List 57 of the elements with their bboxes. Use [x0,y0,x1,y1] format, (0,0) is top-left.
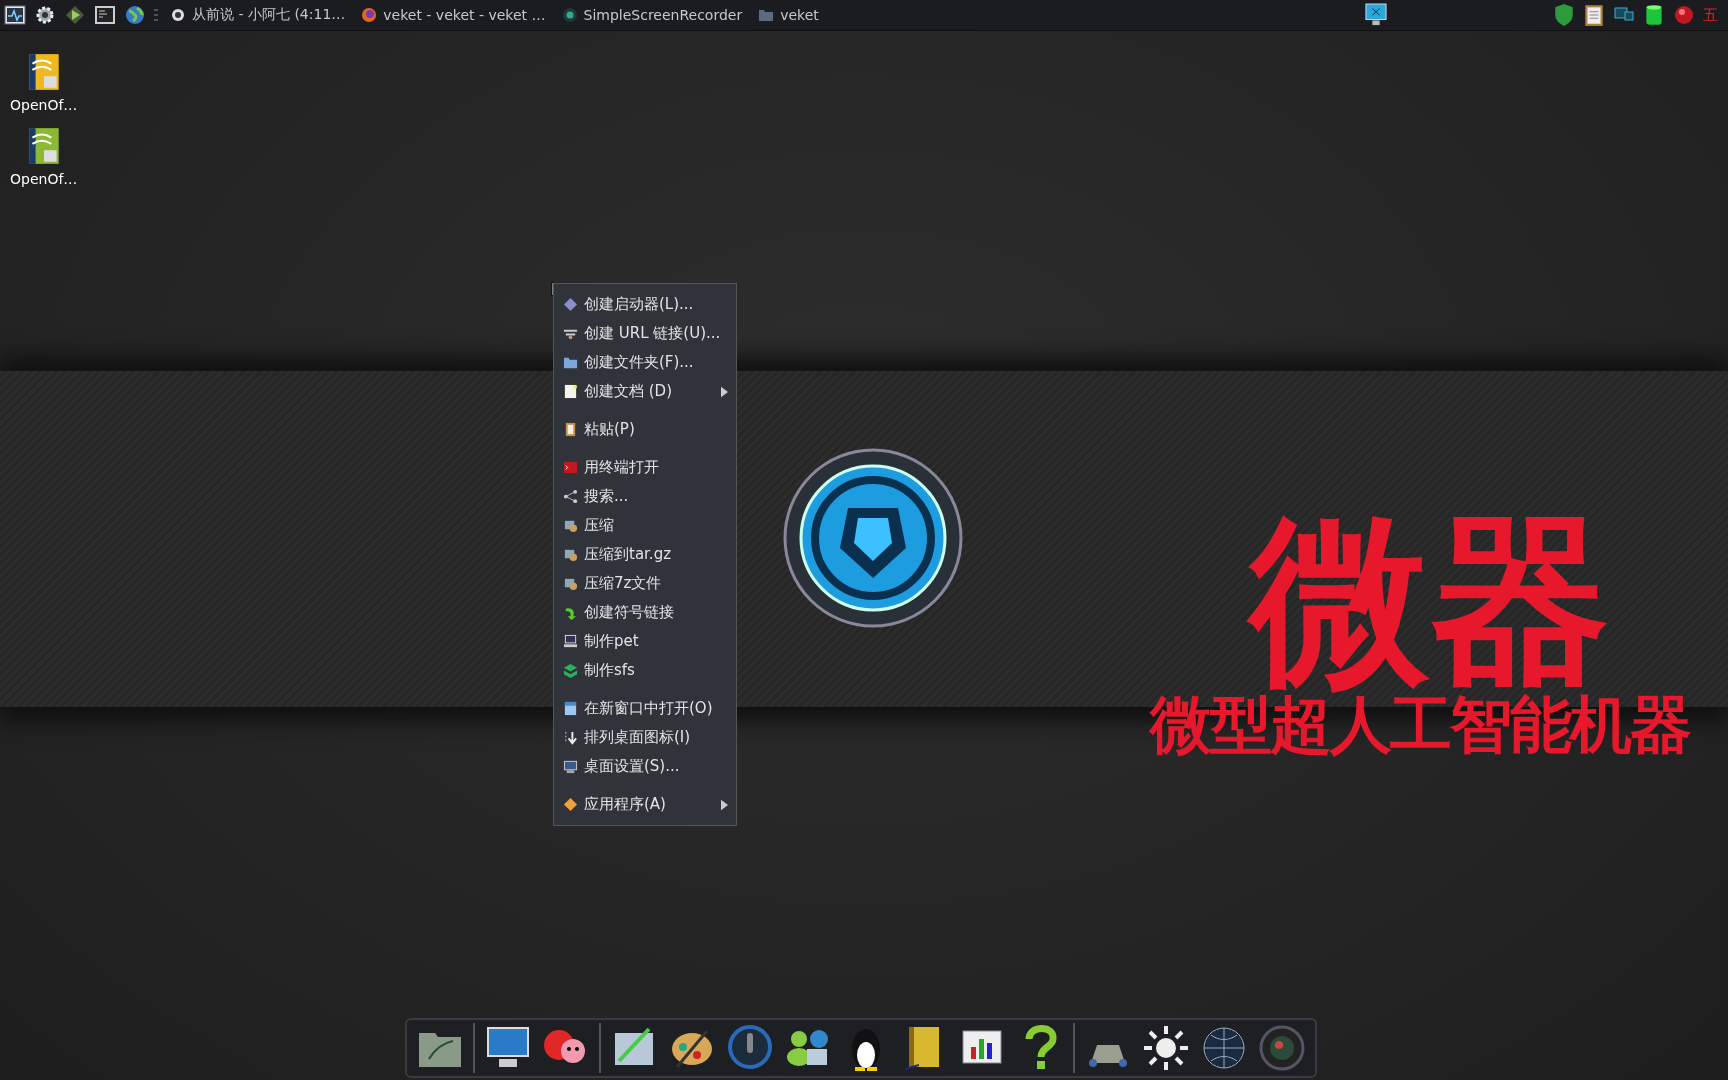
menu-item[interactable]: 制作pet [554,627,736,656]
camera-lens-icon[interactable] [1257,1023,1307,1073]
menu-item[interactable]: 压缩到tar.gz [554,540,736,569]
menu-item[interactable]: 创建文档 (D) [554,377,736,406]
archive-icon [563,547,578,562]
settings-icon [563,759,578,774]
record-icon [561,7,578,23]
disc-icon [170,7,186,23]
shield-icon[interactable] [1553,3,1575,27]
gear-icon[interactable] [34,4,56,26]
menu-item[interactable]: 桌面设置(S)... [554,752,736,781]
menu-item[interactable]: 搜索... [554,482,736,511]
fox-icon [361,7,378,23]
task-button[interactable]: 从前说 - 小阿七 (4:11… [166,6,350,24]
menu-item[interactable]: 压缩7z文件 [554,569,736,598]
menu-item[interactable]: 排列桌面图标(I) [554,723,736,752]
menu-item[interactable]: 粘贴(P) [554,415,736,444]
clipboard-icon[interactable] [1583,3,1605,27]
menu-item[interactable]: 压缩 [554,511,736,540]
share-icon [563,489,578,504]
submenu-arrow-icon [721,385,728,398]
record-icon[interactable] [1673,3,1695,27]
window-icon [563,701,578,716]
sun-icon[interactable] [1141,1023,1191,1073]
arrow-icon [563,605,578,620]
globe-icon[interactable] [124,4,146,26]
menu-item[interactable]: 创建 URL 链接(U)... [554,319,736,348]
clipboard-icon [563,422,578,437]
folder-icon [758,7,775,23]
monitor-icon[interactable] [1365,3,1387,27]
computer-icon [563,634,578,649]
submenu-arrow-icon [721,798,728,811]
desktop-icon-label[interactable]: OpenOf… [10,171,78,187]
task-button[interactable]: veket - veket - veket … [357,7,550,23]
diamond-icon [563,297,578,312]
diamond-icon [563,797,578,812]
menu-item[interactable]: 创建符号链接 [554,598,736,627]
menu-item[interactable]: 制作sfs [554,656,736,685]
desktop-icon-label[interactable]: OpenOf… [10,97,78,113]
menu-item[interactable]: 创建启动器(L)... [554,290,736,319]
document-icon [563,384,578,399]
menu-item[interactable]: 应用程序(A) [554,790,736,819]
archive-icon [563,518,578,533]
system-monitor-icon[interactable] [4,4,26,26]
archive-icon [563,576,578,591]
handle-icon[interactable] [154,8,158,22]
task-button[interactable]: veket [754,7,823,23]
menu-item[interactable]: 在新窗口中打开(O) [554,694,736,723]
task-button[interactable]: SimpleScreenRecorder [557,7,747,23]
terminal-icon[interactable] [94,4,116,26]
menu-item[interactable]: 用终端打开 [554,453,736,482]
menu-item[interactable]: 创建文件夹(F)... [554,348,736,377]
input-method-indicator[interactable]: 五 [1703,5,1718,25]
cylinder-icon[interactable] [1643,3,1665,27]
sort-icon [563,730,578,745]
terminal-icon [563,460,578,475]
play-icon[interactable] [64,4,86,26]
